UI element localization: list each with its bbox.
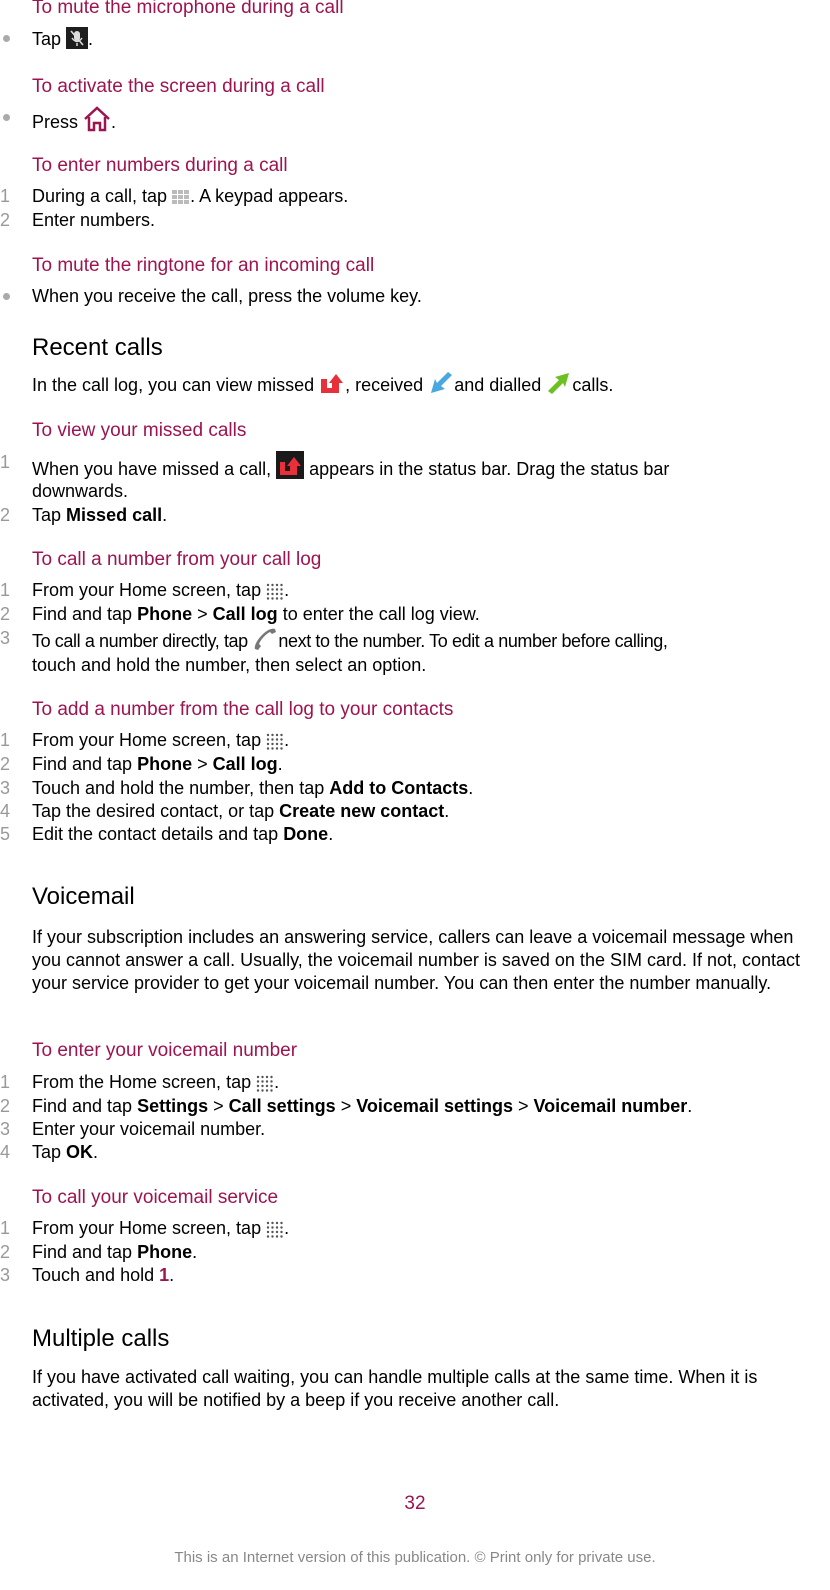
step-number: 2 [0,505,11,525]
step-number: 1 [0,730,11,750]
heading-recent-calls: Recent calls [32,334,163,361]
step-number: 2 [0,604,11,624]
phone-handset-icon [252,627,278,656]
step-number: 1 [0,1218,11,1238]
voicemail-paragraph: If your subscription includes an answeri… [32,927,801,993]
received-call-icon [428,371,454,400]
app-grid-icon [266,582,284,605]
subheading-mute-microphone: To mute the microphone during a call [32,0,344,18]
subheading-call-voicemail: To call your voicemail service [32,1187,279,1208]
missed-call-status-icon [276,451,305,484]
step-number: 2 [0,1242,11,1262]
bullet [3,114,10,121]
subheading-add-to-contacts: To add a number from the call log to you… [32,699,454,720]
bullet [3,293,10,300]
heading-multiple-calls: Multiple calls [32,1325,170,1352]
step-number: 3 [0,1265,11,1285]
keypad-icon [172,189,190,211]
step-number: 1 [0,1072,11,1092]
step-number: 3 [0,628,11,648]
mute-microphone-icon [66,27,89,54]
subheading-view-missed-calls: To view your missed calls [32,420,247,441]
multiple-calls-paragraph: If you have activated call waiting, you … [32,1367,758,1410]
bullet [3,35,10,42]
ui-label-missed-call: Missed call [66,505,163,525]
subheading-enter-voicemail-number: To enter your voicemail number [32,1040,298,1061]
step-number: 1 [0,186,11,206]
heading-voicemail: Voicemail [32,883,135,910]
home-icon [83,106,111,137]
step-number: 3 [0,778,11,798]
step-number: 5 [0,824,11,844]
step-number: 2 [0,754,11,774]
subheading-mute-ringtone: To mute the ringtone for an incoming cal… [32,255,375,276]
app-grid-icon [266,1220,284,1243]
step-number: 4 [0,801,11,821]
app-grid-icon [266,732,284,755]
step-number: 1 [0,452,11,472]
page-number: 32 [404,1493,426,1514]
subheading-activate-screen: To activate the screen during a call [32,76,325,97]
step-number: 2 [0,1096,11,1116]
step-number: 4 [0,1142,11,1162]
subheading-call-from-log: To call a number from your call log [32,549,322,570]
dialled-call-icon [546,371,572,400]
subheading-enter-numbers: To enter numbers during a call [32,155,288,176]
step-number: 2 [0,210,11,230]
missed-call-icon [319,371,345,400]
footer-note: This is an Internet version of this publ… [174,1549,656,1566]
step-number: 3 [0,1119,11,1139]
app-grid-icon [256,1074,274,1097]
step-number: 1 [0,580,11,600]
key-label: 1 [159,1265,170,1285]
